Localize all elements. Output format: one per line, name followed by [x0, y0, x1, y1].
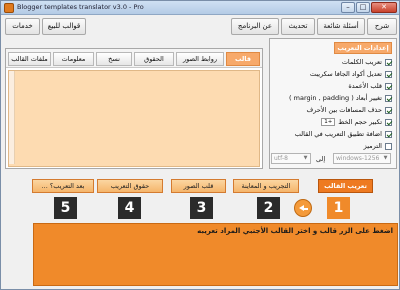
- checkbox[interactable]: [385, 94, 392, 102]
- checkbox[interactable]: [385, 70, 392, 78]
- checkbox[interactable]: [385, 106, 392, 114]
- instruction-text: اضغط على الزر قالب و اختر القالب الأجنبي…: [197, 227, 393, 235]
- option-edit-javascript[interactable]: تعديل أكواد الجافا سكريبت: [310, 69, 392, 79]
- encoding-separator: إلى: [316, 155, 326, 163]
- checkbox[interactable]: [385, 118, 392, 126]
- tab-rights[interactable]: الحقوق: [134, 52, 174, 66]
- editor-tabs: قالب روابط الصور الحقوق نسخ معلومات ملفا…: [6, 49, 262, 68]
- checkbox[interactable]: [385, 58, 392, 66]
- translation-settings-panel: إعدادات التعريب تعريب الكلمات تعديل أكوا…: [269, 38, 397, 169]
- checkbox[interactable]: [385, 142, 392, 150]
- step-test-preview-button[interactable]: التجريب و المعاينة: [233, 179, 299, 193]
- app-window: Blogger templates translator v3.0 - Pro …: [0, 0, 400, 290]
- textarea-scrollbar[interactable]: [9, 71, 15, 164]
- tab-copy[interactable]: نسخ: [96, 52, 132, 66]
- chevron-down-icon: ▼: [303, 155, 308, 161]
- step-flip-images-button[interactable]: قلب الصور: [171, 179, 226, 193]
- step-after-translation-button[interactable]: ... بعد التعريب؟: [32, 179, 94, 193]
- option-change-margins[interactable]: تغيير أبعاد ( margin , padding ): [289, 93, 392, 103]
- option-encoding[interactable]: الترميز: [364, 141, 392, 151]
- tab-info[interactable]: معلومات: [53, 52, 94, 66]
- encoding-to-select[interactable]: utf-8 ▼: [271, 153, 311, 164]
- template-code-textarea[interactable]: [8, 70, 260, 167]
- step-translate-template-button[interactable]: تعريب القالب: [318, 179, 373, 193]
- instruction-box: اضغط على الزر قالب و اختر القالب الأجنبي…: [33, 223, 398, 286]
- maximize-button[interactable]: □: [356, 2, 370, 13]
- minimize-button[interactable]: –: [341, 2, 355, 13]
- step-translation-rights-button[interactable]: حقوق التعريب: [97, 179, 163, 193]
- step-number-1: 1: [327, 197, 350, 219]
- option-add-translation-app[interactable]: اضافة تطبيق التعريب في القالب: [295, 129, 392, 139]
- menu-faq[interactable]: أسئلة شائعة: [317, 18, 365, 35]
- option-flip-columns[interactable]: قلب الأعمدة: [348, 81, 392, 91]
- app-icon: [4, 3, 14, 13]
- step-number-3: 3: [190, 197, 213, 219]
- option-translate-words[interactable]: تعريب الكلمات: [342, 57, 392, 67]
- close-button[interactable]: ✕: [371, 2, 397, 13]
- menu-update[interactable]: تحديث: [281, 18, 315, 35]
- template-editor-panel: قالب روابط الصور الحقوق نسخ معلومات ملفا…: [5, 48, 263, 169]
- step-number-4: 4: [118, 197, 141, 219]
- font-size-select[interactable]: 1+: [321, 118, 336, 126]
- window-title: Blogger templates translator v3.0 - Pro: [17, 3, 144, 11]
- menu-help[interactable]: شرح: [367, 18, 397, 35]
- menu-templates-for-sale[interactable]: قوالب للبيع: [42, 18, 86, 35]
- title-bar: Blogger templates translator v3.0 - Pro …: [1, 1, 399, 15]
- tab-image-links[interactable]: روابط الصور: [176, 52, 224, 66]
- option-enlarge-font[interactable]: تكبير حجم الخط 1+: [321, 117, 392, 127]
- settings-header: إعدادات التعريب: [334, 42, 392, 54]
- step-number-5: 5: [54, 197, 77, 219]
- back-arrow-icon[interactable]: [294, 199, 312, 217]
- tab-template-files[interactable]: ملفات القالب: [8, 52, 51, 66]
- step-number-2: 2: [257, 197, 280, 219]
- menu-services[interactable]: خدمات: [5, 18, 40, 35]
- encoding-from-select[interactable]: windows-1256 ▼: [333, 153, 391, 164]
- tab-template[interactable]: قالب: [226, 52, 260, 66]
- chevron-down-icon: ▼: [383, 155, 388, 161]
- checkbox[interactable]: [385, 82, 392, 90]
- menu-about[interactable]: عن البرنامج: [231, 18, 279, 35]
- checkbox[interactable]: [385, 130, 392, 138]
- option-remove-letter-spacing[interactable]: حذف المسافات بين الأحرف: [307, 105, 392, 115]
